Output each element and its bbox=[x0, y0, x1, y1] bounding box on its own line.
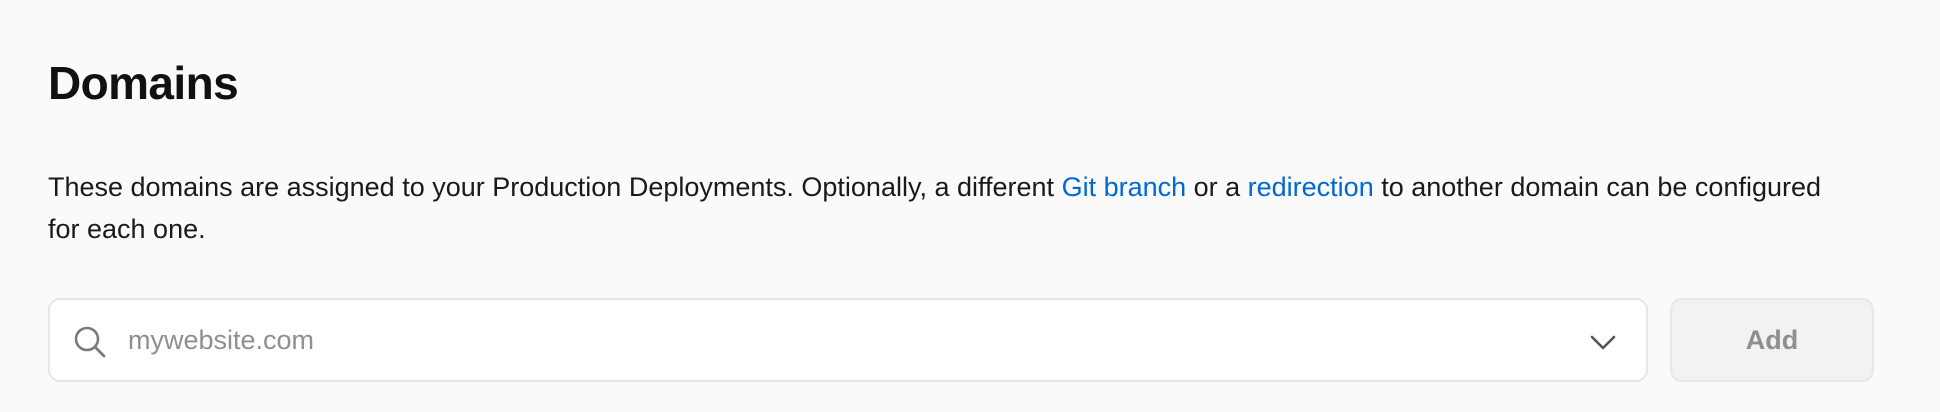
chevron-down-icon[interactable] bbox=[1588, 330, 1618, 354]
add-domain-button[interactable]: Add bbox=[1670, 298, 1874, 382]
domains-settings-section: Domains These domains are assigned to yo… bbox=[0, 0, 1940, 412]
domain-combobox[interactable] bbox=[48, 298, 1648, 382]
git-branch-link[interactable]: Git branch bbox=[1062, 172, 1187, 202]
description-text-middle: or a bbox=[1186, 172, 1248, 202]
domain-input[interactable] bbox=[128, 300, 1576, 380]
search-icon bbox=[74, 326, 106, 358]
page-title: Domains bbox=[48, 57, 239, 109]
add-domain-row: Add bbox=[48, 298, 1874, 382]
description-text-before: These domains are assigned to your Produ… bbox=[48, 172, 1062, 202]
section-description: These domains are assigned to your Produ… bbox=[48, 166, 1828, 250]
redirection-link[interactable]: redirection bbox=[1248, 172, 1374, 202]
